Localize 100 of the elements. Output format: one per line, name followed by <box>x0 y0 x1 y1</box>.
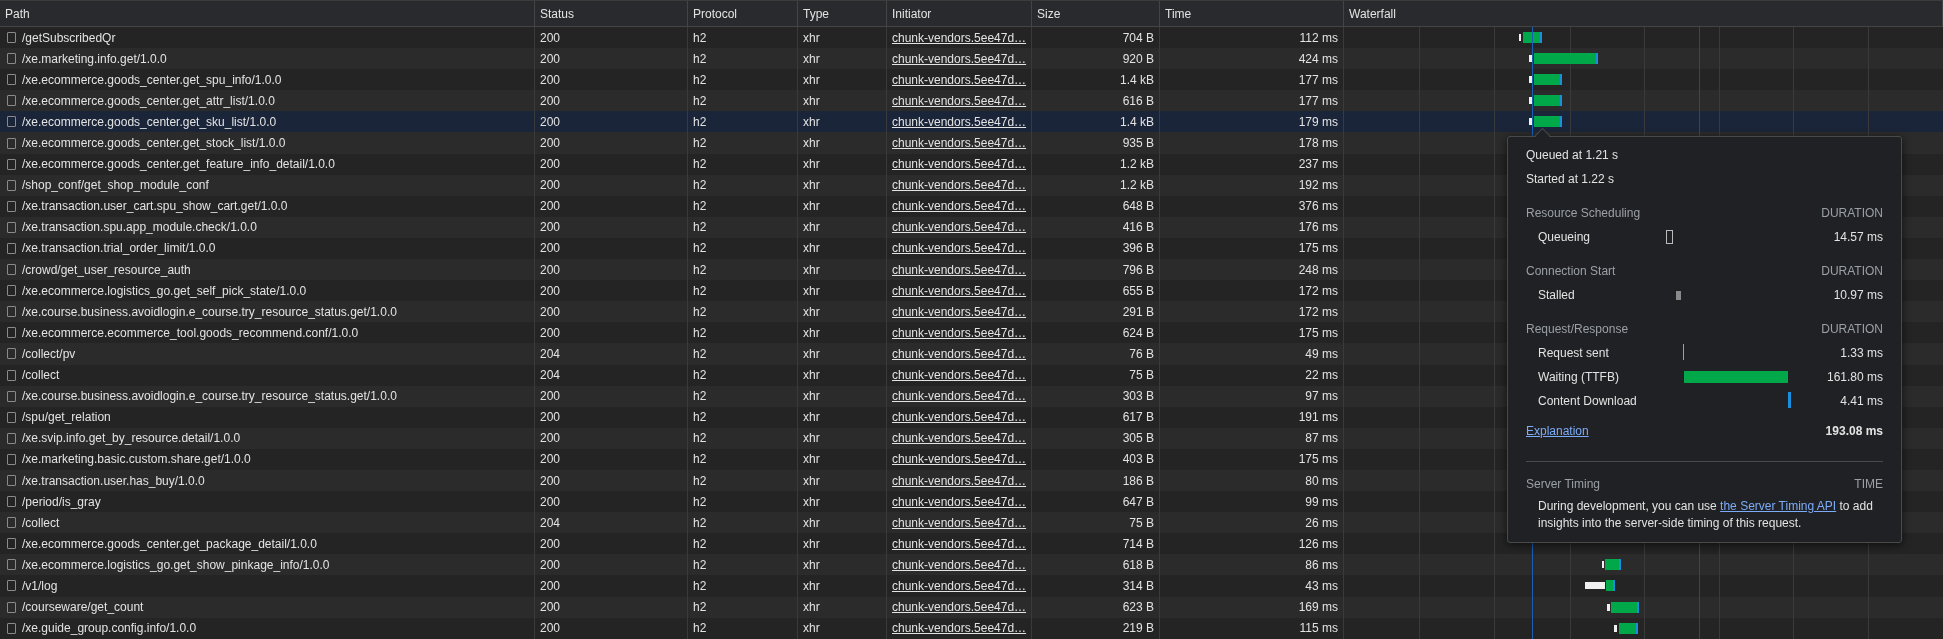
table-cell: h2 <box>693 389 707 404</box>
table-cell: 204 <box>540 368 561 383</box>
table-cell: h2 <box>693 346 707 361</box>
table-cell: 200 <box>540 621 561 636</box>
table-cell: xhr <box>803 431 820 446</box>
table-cell: h2 <box>693 431 707 446</box>
table-cell: /collect <box>22 515 60 530</box>
table-cell: xhr <box>803 304 820 319</box>
table-cell: 714 B <box>1122 536 1154 551</box>
table-cell: /xe.transaction.user_cart.spu_show_cart.get/1.0.0 <box>22 199 288 214</box>
table-cell: 200 <box>540 220 561 235</box>
table-cell: 403 B <box>1122 452 1154 467</box>
table-cell: 200 <box>540 494 561 509</box>
table-cell: 200 <box>540 431 561 446</box>
table-cell: 172 ms <box>1298 283 1338 298</box>
table-cell: xhr <box>803 178 820 193</box>
table-cell: /xe.ecommerce.goods_center.get_attr_list/1.0.0 <box>22 93 275 108</box>
section-title: Request/Response <box>1526 322 1629 336</box>
table-cell: 86 ms <box>1305 557 1338 572</box>
table-cell: 75 B <box>1129 515 1154 530</box>
table-cell: xhr <box>803 621 820 636</box>
table-cell: 200 <box>540 262 561 277</box>
section-title: Server Timing <box>1526 477 1601 491</box>
table-cell: 200 <box>540 536 561 551</box>
column-label: DURATION <box>1821 264 1883 278</box>
table-cell: h2 <box>693 515 707 530</box>
table-cell: h2 <box>693 114 707 129</box>
table-cell: /shop_conf/get_shop_module_conf <box>22 178 209 193</box>
table-cell: 175 ms <box>1298 452 1338 467</box>
table-cell: 178 ms <box>1298 136 1338 150</box>
column-label: DURATION <box>1821 322 1883 336</box>
table-cell: /collect <box>22 368 60 383</box>
table-cell: xhr <box>803 494 820 509</box>
table-cell: 1.4 kB <box>1119 72 1154 87</box>
table-cell: /xe.ecommerce.logistics_go.get_show_pinkage_info/1.0.0 <box>22 557 330 572</box>
table-cell: 200 <box>540 72 561 87</box>
phase-name: Content Download <box>1538 394 1638 408</box>
table-cell: xhr <box>803 241 820 256</box>
table-cell: xhr <box>803 114 820 129</box>
table-cell: 175 ms <box>1298 241 1338 256</box>
table-cell: 237 ms <box>1298 157 1338 172</box>
phase-duration: 1.33 ms <box>1840 346 1883 360</box>
column-label: TIME <box>1854 477 1883 491</box>
table-cell: 200 <box>540 199 561 214</box>
table-cell: 112 ms <box>1299 30 1338 45</box>
table-cell: /xe.svip.info.get_by_resource.detail/1.0.0 <box>22 431 241 446</box>
table-cell: 43 ms <box>1305 579 1338 593</box>
table-cell: 618 B <box>1122 557 1154 572</box>
table-cell: h2 <box>693 536 707 551</box>
table-cell: /crowd/get_user_resource_auth <box>22 262 191 277</box>
table-cell: 314 B <box>1122 579 1154 593</box>
table-cell: 624 B <box>1122 325 1154 340</box>
table-cell: 200 <box>540 93 561 108</box>
table-cell: 1.4 kB <box>1119 114 1154 129</box>
table-cell: 175 ms <box>1298 325 1338 340</box>
table-cell: 87 ms <box>1305 431 1338 446</box>
table-cell: 305 B <box>1122 431 1154 446</box>
table-cell: /xe.course.business.avoidlogin.e_course.try_resource_status.get/1.0.0 <box>22 389 397 404</box>
table-cell: xhr <box>803 368 820 383</box>
table-cell: 424 ms <box>1298 51 1338 66</box>
table-cell: 1.2 kB <box>1119 178 1154 193</box>
table-cell: 655 B <box>1122 283 1154 298</box>
table-cell: h2 <box>693 410 707 425</box>
table-cell: 177 ms <box>1298 93 1338 108</box>
phase-duration: 161.80 ms <box>1826 370 1883 384</box>
table-cell: h2 <box>693 283 707 298</box>
table-cell: 200 <box>540 557 561 572</box>
table-cell: 204 <box>540 346 561 361</box>
table-cell: xhr <box>803 262 820 277</box>
table-cell: h2 <box>693 600 707 615</box>
table-cell: 920 B <box>1122 51 1154 66</box>
table-cell: 97 ms <box>1305 389 1338 404</box>
table-cell: 416 B <box>1122 220 1154 235</box>
table-cell: /getSubscribedQr <box>22 30 116 45</box>
table-cell: xhr <box>803 220 820 235</box>
table-cell: xhr <box>803 72 820 87</box>
phase-name: Request sent <box>1538 346 1610 360</box>
table-cell: /courseware/get_count <box>22 600 144 615</box>
table-cell: xhr <box>803 515 820 530</box>
table-cell: xhr <box>803 157 820 172</box>
table-cell: h2 <box>693 241 707 256</box>
phase-name: Stalled <box>1538 288 1576 302</box>
table-cell: xhr <box>803 389 820 404</box>
table-cell: 200 <box>540 30 561 45</box>
table-cell: 935 B <box>1122 136 1154 150</box>
table-cell: h2 <box>693 452 707 467</box>
table-cell: h2 <box>693 325 707 340</box>
table-cell: 200 <box>540 304 561 319</box>
table-cell: h2 <box>693 494 707 509</box>
table-cell: 376 ms <box>1298 199 1338 214</box>
table-cell: xhr <box>803 557 820 572</box>
table-cell: 200 <box>540 178 561 193</box>
table-cell: h2 <box>693 557 707 572</box>
table-cell: h2 <box>693 136 707 150</box>
table-cell: 204 <box>540 515 561 530</box>
table-cell: h2 <box>693 262 707 277</box>
table-cell: xhr <box>803 600 820 615</box>
table-cell: 200 <box>540 157 561 172</box>
section-title: Connection Start <box>1526 264 1616 278</box>
table-cell: h2 <box>693 72 707 87</box>
